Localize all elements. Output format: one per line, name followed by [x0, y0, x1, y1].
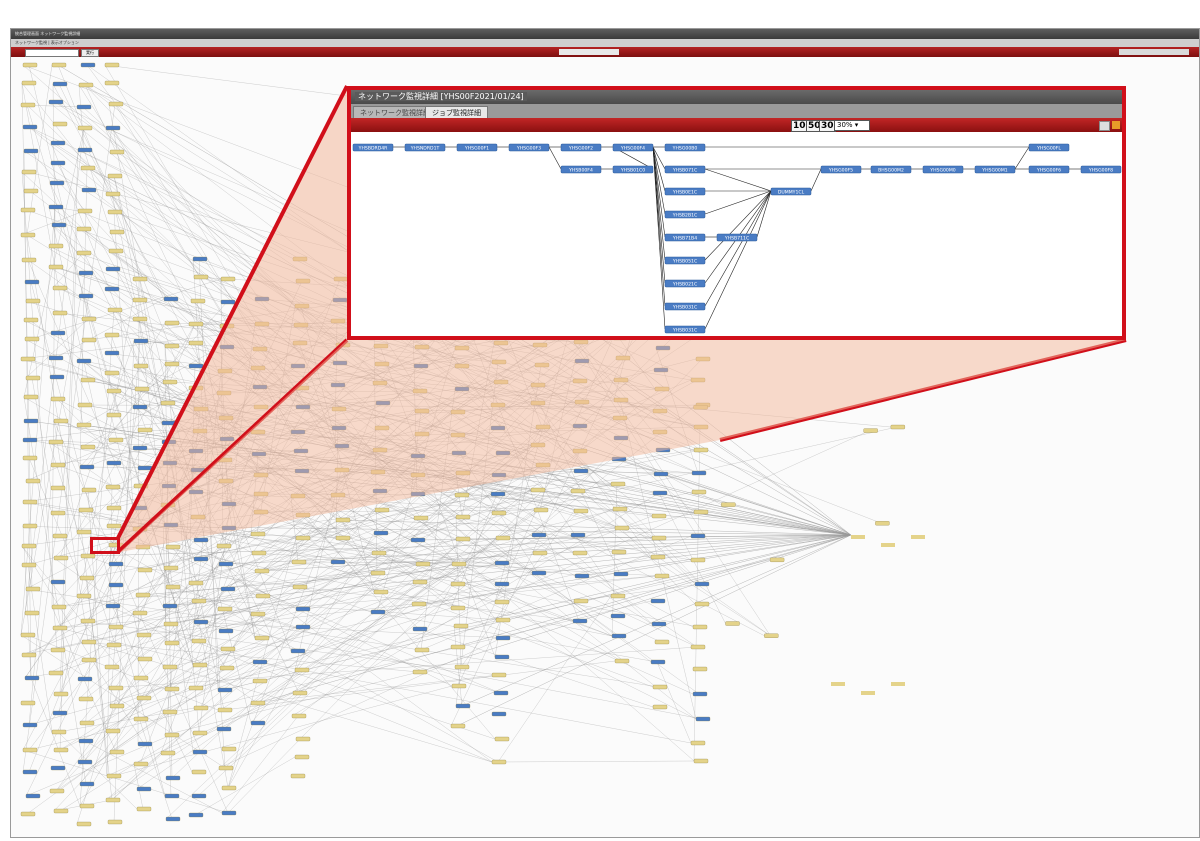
job-node-label: YHSB711C: [724, 235, 749, 241]
flow-edge: [1014, 146, 1030, 170]
job-node-label: YHSB0E1C: [672, 189, 697, 195]
zoom-select[interactable]: 30% ▾: [834, 120, 870, 131]
job-node[interactable]: YHSG00F6: [1028, 165, 1070, 173]
job-node[interactable]: YHSG00F8: [1080, 165, 1122, 173]
job-node[interactable]: YHSB2B1C: [664, 210, 706, 218]
job-node-label: YHSG00F5: [828, 167, 853, 173]
job-node[interactable]: YHSG00M1: [974, 165, 1016, 173]
zoom-panel-title: ネットワーク監視詳細 [YHS00F2021/01/24]: [351, 90, 1122, 104]
flow-edge: [652, 146, 666, 330]
job-node[interactable]: YHSG00F2: [560, 143, 602, 151]
job-node-label: YHSB2B1C: [672, 212, 698, 218]
job-node-label: YHSB071C: [672, 167, 697, 173]
job-node[interactable]: YHSBDRD4R: [352, 143, 394, 151]
job-node-label: YHSB021C: [672, 281, 697, 287]
job-node-label: YHSB71B4: [672, 235, 697, 241]
zoom-panel: ネットワーク監視詳細 [YHS00F2021/01/24] ネットワーク監視詳細…: [347, 86, 1126, 340]
flow-nodes: YHSBDRD4R YHSNDRD1T YHSG00F1 YHSG00F3 YHSG00…: [352, 143, 1122, 333]
zoom-toolbar: 100 50 30 30% ▾: [351, 118, 1122, 132]
flow-edge: [704, 190, 772, 330]
job-node[interactable]: YHSB021C: [664, 279, 706, 287]
export-icon[interactable]: [1099, 121, 1110, 131]
flow-edge: [810, 168, 822, 192]
job-node[interactable]: YHSG00FL: [1028, 143, 1070, 151]
job-node-label: YHSG00F3: [516, 145, 541, 151]
job-node[interactable]: YHSB71B4: [664, 233, 706, 241]
job-node[interactable]: YHSG00F1: [456, 143, 498, 151]
job-node[interactable]: YHSNDRD1T: [404, 143, 446, 151]
job-node-label: YHSB00F4: [568, 167, 593, 173]
job-node[interactable]: DUMMY1CL: [770, 187, 812, 195]
job-node-label: YHSB01C0: [620, 167, 645, 173]
job-node-label: YHSBDRD4R: [358, 145, 389, 151]
job-node-label: YHSG00M1: [981, 167, 1008, 173]
job-node[interactable]: YHSB711C: [716, 233, 758, 241]
job-node-label: YHSG00F8: [1088, 167, 1113, 173]
flow-edge: [548, 146, 562, 170]
job-node[interactable]: YHSB0E1C: [664, 187, 706, 195]
job-node[interactable]: YHSG00F3: [508, 143, 550, 151]
flow-edge: [704, 190, 772, 261]
job-node[interactable]: YHSB031C: [664, 302, 706, 310]
job-node-label: YHSB031C: [672, 304, 697, 310]
flow-edge: [704, 168, 772, 192]
job-node-label: YHSB051C: [672, 258, 697, 264]
job-node-label: YHSG00F6: [1036, 167, 1061, 173]
flow-edge: [704, 190, 772, 215]
job-node-label: YHSG00F4: [620, 145, 645, 151]
job-node-label: YHSG00M0: [929, 167, 956, 173]
job-node-label: YHSG00F2: [568, 145, 593, 151]
zoom-tabs: ネットワーク監視詳細 ジョブ監視詳細: [351, 104, 1122, 119]
job-node-label: DUMMY1CL: [778, 189, 805, 195]
rss-icon[interactable]: [1112, 121, 1120, 129]
job-node[interactable]: YHSB01C0: [612, 165, 654, 173]
job-node[interactable]: YHSG00F5: [820, 165, 862, 173]
job-node[interactable]: YHSB051C: [664, 256, 706, 264]
zoom-source-highlight: [90, 537, 120, 554]
job-node[interactable]: YHSG00M0: [922, 165, 964, 173]
job-node-label: BHSG00M2: [878, 167, 904, 173]
job-flow-diagram: YHSBDRD4R YHSNDRD1T YHSG00F1 YHSG00F3 YHSG00…: [352, 143, 1122, 333]
job-node-label: YHSG00B0: [672, 145, 698, 151]
job-node-label: YHSG00F1: [464, 145, 489, 151]
job-node[interactable]: YHSB031C: [664, 325, 706, 333]
job-node-label: YHSB031C: [672, 327, 697, 333]
job-node[interactable]: YHSB071C: [664, 165, 706, 173]
flow-edge: [704, 190, 772, 307]
job-node-label: YHSNDRD1T: [410, 145, 440, 151]
job-node-label: YHSG00FL: [1036, 145, 1061, 151]
job-node[interactable]: YHSG00F4: [612, 143, 654, 151]
job-node[interactable]: YHSG00B0: [664, 143, 706, 151]
job-node[interactable]: YHSB00F4: [560, 165, 602, 173]
job-node[interactable]: BHSG00M2: [870, 165, 912, 173]
